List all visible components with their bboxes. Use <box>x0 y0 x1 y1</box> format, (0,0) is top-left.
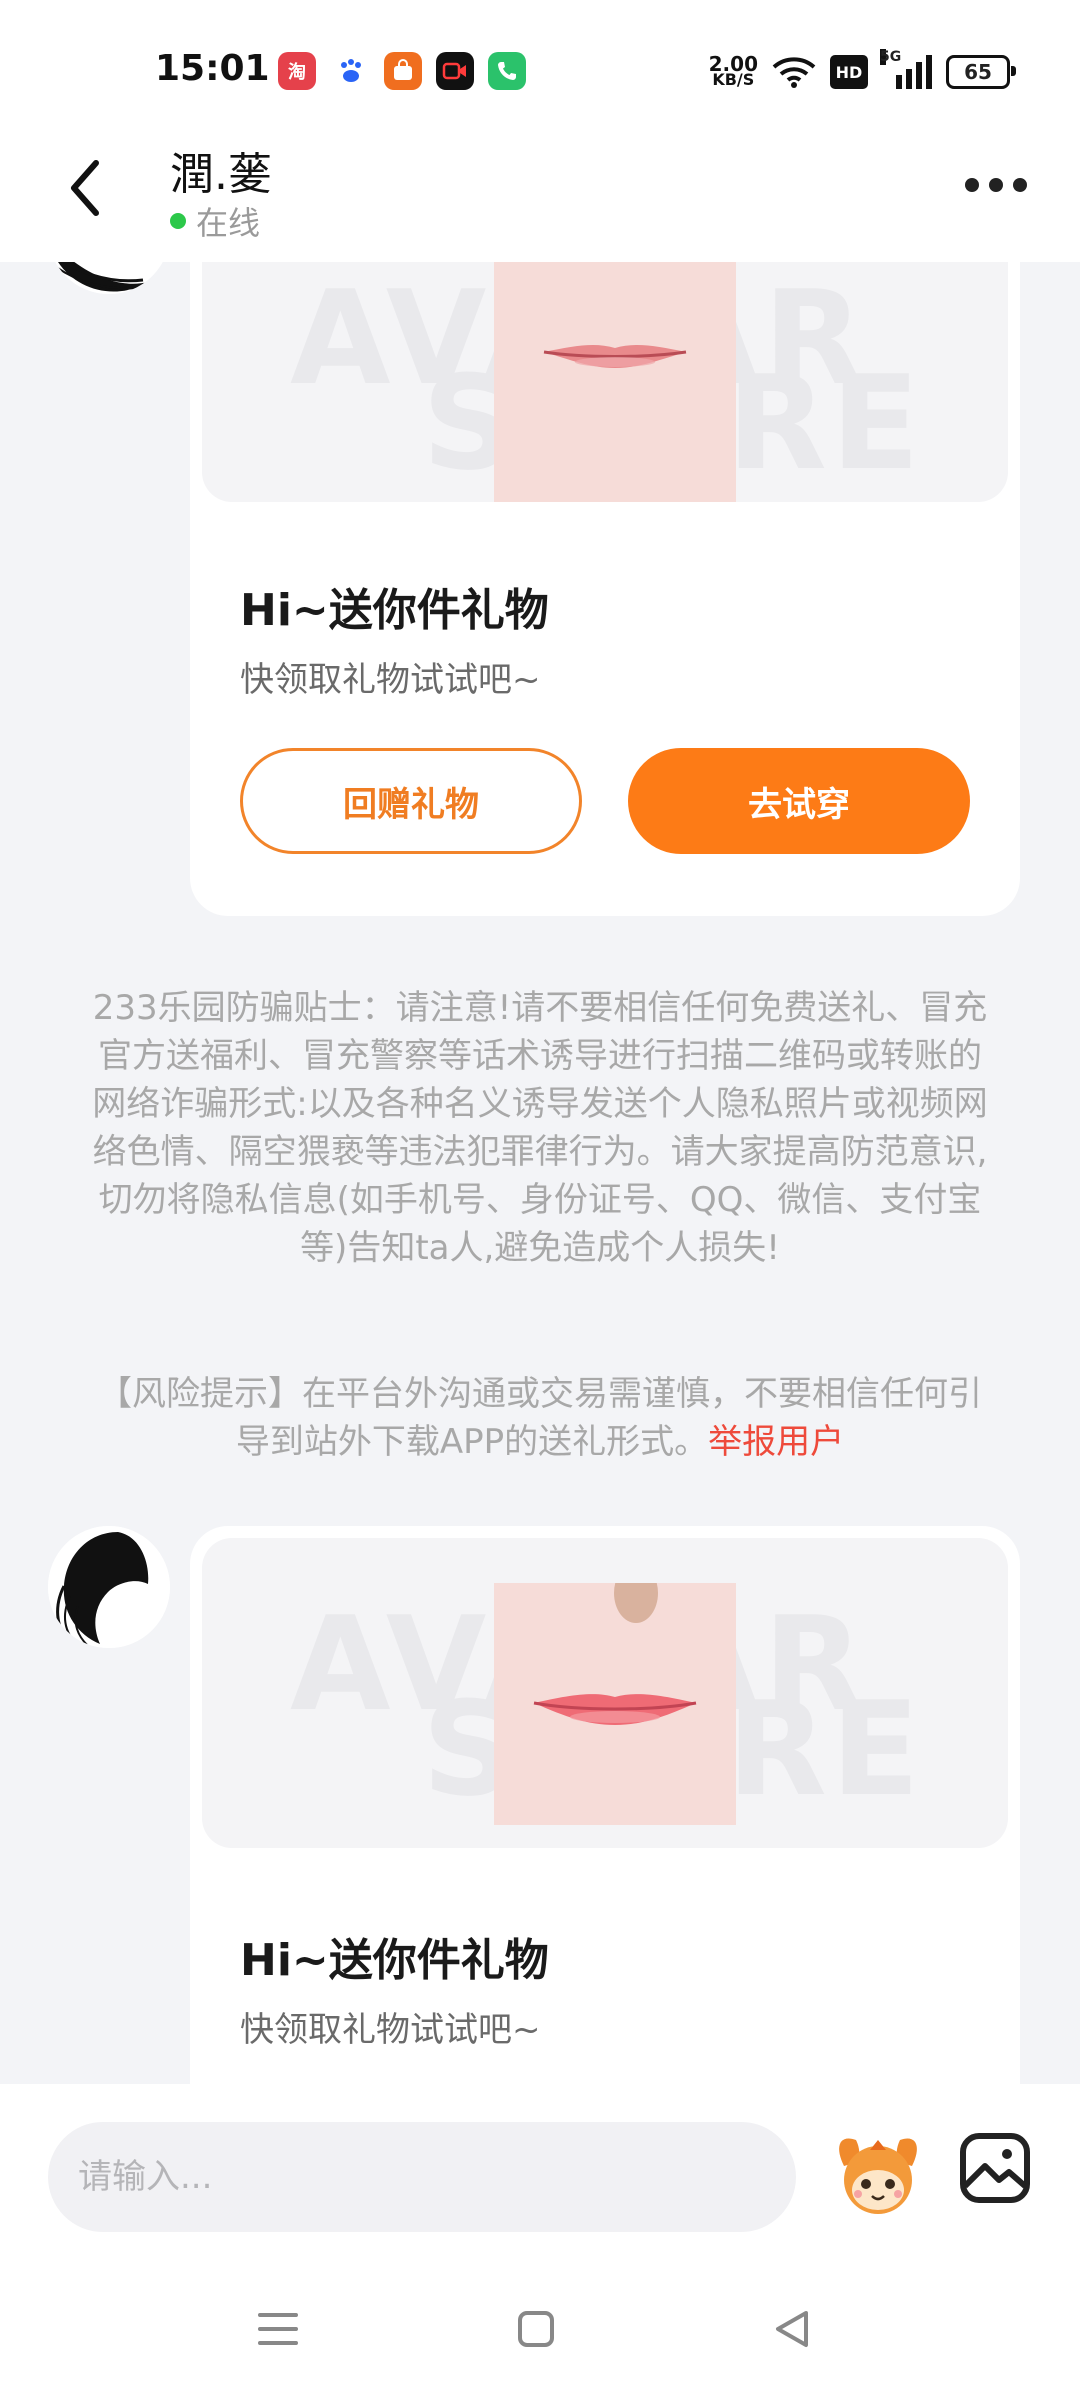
more-dots-icon <box>965 178 979 192</box>
gift-card-subtitle: 快领取礼物试试吧~ <box>240 2010 541 2050</box>
risk-notice-text: 【风险提示】在平台外沟通或交易需谨慎，不要相信任何引导到站外下载APP的送礼形式… <box>98 1374 982 1462</box>
online-dot-icon <box>170 213 186 229</box>
chevron-left-icon <box>71 160 99 216</box>
return-gift-button[interactable]: 回赠礼物 <box>240 748 582 854</box>
gift-preview-image: AVATAR STORE <box>202 1538 1008 1848</box>
avatar[interactable] <box>48 262 170 294</box>
phone-icon <box>488 52 526 90</box>
chat-area[interactable]: AVATAR STORE Hi~送你件礼物 快领取礼物试试吧~ 回赠礼物 去试穿… <box>0 262 1080 2084</box>
gift-card-title: Hi~送你件礼物 <box>240 585 549 636</box>
shopping-icon <box>384 52 422 90</box>
back-triangle-icon <box>776 2311 808 2347</box>
home-nav-button[interactable] <box>506 2299 566 2359</box>
video-call-icon <box>436 52 474 90</box>
contact-name: 潤.蓌 <box>170 149 272 200</box>
battery-icon: 65 <box>946 55 1016 89</box>
report-user-link[interactable]: 举报用户 <box>708 1422 844 1462</box>
gift-card-title: Hi~送你件礼物 <box>240 1935 549 1986</box>
network-speed: 2.00 KB/S <box>708 52 758 89</box>
gift-card[interactable]: AVATAR STORE Hi~送你件礼物 快领取礼物试试吧~ 回赠礼物 去试穿 <box>190 262 1020 916</box>
avatar[interactable] <box>48 1526 170 1648</box>
home-square-icon <box>518 2311 554 2347</box>
try-on-button[interactable]: 去试穿 <box>628 748 970 854</box>
back-nav-button[interactable] <box>762 2299 822 2359</box>
chat-header: 潤.蓌 在线 <box>0 120 1080 262</box>
online-status: 在线 <box>170 198 260 244</box>
hd-icon: HD <box>830 55 868 89</box>
message-input[interactable] <box>48 2122 796 2232</box>
more-options-button[interactable] <box>965 178 1027 192</box>
signal-icon: 5G <box>880 49 932 89</box>
image-button[interactable] <box>955 2128 1035 2208</box>
gift-card[interactable]: AVATAR STORE Hi~送你件礼物 快领取礼物试试吧~ <box>190 1526 1020 2084</box>
gift-preview-image: AVATAR STORE <box>202 262 1008 502</box>
sticker-button[interactable] <box>830 2126 926 2222</box>
baidu-icon <box>332 52 370 90</box>
wifi-icon <box>772 57 816 88</box>
status-bar: 15:01 淘 2.00 KB/S HD 5G 65 <box>0 0 1080 120</box>
status-time: 15:01 <box>155 48 270 89</box>
input-bar <box>0 2084 1080 2259</box>
mascot-sticker-icon <box>839 2138 917 2214</box>
image-icon <box>960 2133 1030 2203</box>
taobao-icon: 淘 <box>278 52 316 90</box>
risk-notice: 【风险提示】在平台外沟通或交易需谨慎，不要相信任何引导到站外下载APP的送礼形式… <box>88 1370 992 1466</box>
anti-fraud-tip: 233乐园防骗贴士：请注意!请不要相信任何免费送礼、冒充官方送福利、冒充警察等话… <box>92 988 988 1268</box>
menu-icon <box>258 2313 298 2345</box>
back-button[interactable] <box>55 158 115 218</box>
lips-item-image <box>494 1563 736 1825</box>
lips-item-image <box>494 262 736 502</box>
menu-nav-button[interactable] <box>248 2299 308 2359</box>
message-input-wrapper[interactable] <box>48 2122 796 2232</box>
system-nav-bar <box>0 2259 1080 2400</box>
gift-card-subtitle: 快领取礼物试试吧~ <box>240 660 541 700</box>
